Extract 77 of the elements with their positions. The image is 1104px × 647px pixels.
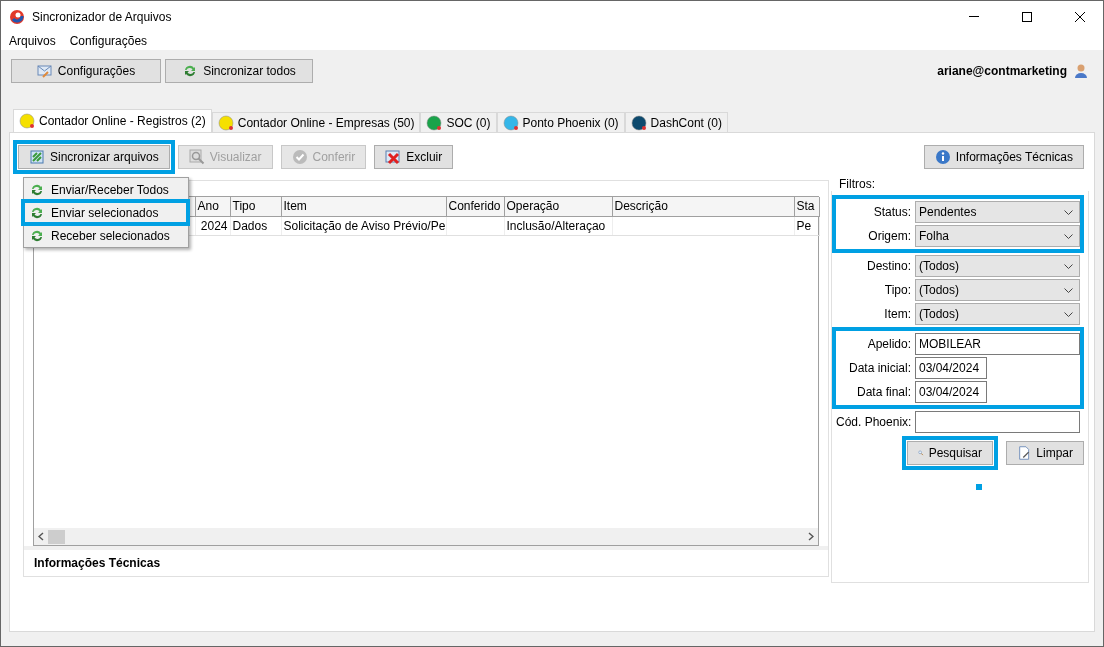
coin-icon: [217, 114, 234, 131]
column-header[interactable]: Descrição: [612, 197, 794, 216]
tab[interactable]: SOC (0): [420, 112, 497, 132]
scroll-right-icon: [808, 532, 814, 541]
field-label: Status:: [872, 205, 911, 219]
table-cell: Inclusão/Alteraçao: [504, 216, 612, 235]
delete-button[interactable]: Excluir: [374, 144, 454, 169]
grid-icon: [29, 148, 45, 165]
envelope-icon: [36, 63, 53, 79]
column-header[interactable]: Operação: [504, 197, 612, 216]
user-name: ariane@contmarketing: [937, 64, 1067, 78]
tab[interactable]: DashCont (0): [624, 112, 728, 132]
column-header[interactable]: Sta: [794, 197, 819, 216]
badge-icon: [426, 114, 443, 131]
column-header[interactable]: Item: [281, 197, 446, 216]
badge-icon: [630, 114, 647, 131]
document-icon: [1017, 445, 1032, 461]
scroll-left-icon: [38, 532, 44, 541]
pin-icon: [502, 114, 519, 131]
dropdown[interactable]: (Todos): [915, 255, 1080, 277]
field-label: Origem:: [867, 229, 911, 243]
menu-item[interactable]: Arquivos: [9, 34, 56, 48]
menu-item[interactable]: Configurações: [69, 34, 148, 48]
dropdown[interactable]: (Todos): [915, 303, 1080, 325]
close-icon: [1075, 11, 1085, 22]
group-title: Filtros:: [838, 177, 876, 191]
table-cell: 2024: [195, 216, 230, 235]
field-label: Item:: [883, 307, 911, 321]
check-circle-icon: [291, 148, 308, 165]
field-label: Apelido:: [866, 337, 911, 351]
app-logo-icon: [9, 8, 25, 25]
dropdown[interactable]: Folha: [915, 225, 1080, 247]
date-field[interactable]: 03/04/2024: [915, 357, 987, 379]
chevron-icon: [1064, 209, 1073, 215]
field-label: Tipo:: [883, 283, 911, 297]
tab[interactable]: Contador Online - Registros (2): [13, 109, 212, 132]
technical-info-button[interactable]: Informações Técnicas: [923, 144, 1084, 169]
sync-all-button[interactable]: Sincronizar todos: [165, 59, 313, 83]
field-label: Cód. Phoenix:: [836, 415, 911, 429]
section-title: Informações Técnicas: [24, 546, 828, 576]
scroll-thumb[interactable]: [48, 529, 65, 544]
info-icon: [934, 148, 951, 165]
chevron-icon: [1064, 263, 1073, 269]
window-title: Sincronizador de Arquivos: [32, 9, 173, 24]
menu-item[interactable]: Enviar selecionados: [26, 203, 186, 222]
dropdown[interactable]: (Todos): [915, 279, 1080, 301]
search-button[interactable]: Pesquisar: [907, 441, 993, 465]
tab[interactable]: Contador Online - Empresas (50): [211, 112, 421, 132]
menu-item[interactable]: Receber selecionados: [26, 226, 186, 245]
coin-icon: [19, 113, 35, 129]
sync-files-button[interactable]: Sincronizar arquivos: [18, 144, 170, 169]
input-field[interactable]: [915, 411, 1080, 433]
table-cell: Pe: [794, 216, 819, 235]
table-cell: Dados: [230, 216, 281, 235]
dropdown[interactable]: Pendentes: [915, 201, 1080, 223]
field-label: Destino:: [865, 259, 911, 273]
maximize-icon: [1022, 11, 1032, 22]
column-header[interactable]: Tipo: [230, 197, 281, 216]
clear-button[interactable]: Limpar: [1006, 441, 1084, 465]
settings-button[interactable]: Configurações: [11, 59, 161, 83]
field-label: Data final:: [855, 385, 911, 399]
menu-item[interactable]: Enviar/Receber Todos: [26, 180, 186, 199]
horizontal-scrollbar[interactable]: [34, 528, 818, 545]
date-field[interactable]: 03/04/2024: [915, 381, 987, 403]
field-label: Data inicial:: [847, 361, 911, 375]
user-icon: [1073, 63, 1089, 79]
minimize-icon: [969, 16, 979, 17]
chevron-icon: [1064, 311, 1073, 317]
table-cell: Solicitação de Aviso Prévio/Pe: [281, 216, 446, 235]
input-field[interactable]: MOBILEAR: [915, 333, 1080, 355]
column-header[interactable]: Conferido: [446, 197, 504, 216]
delete-icon: [385, 148, 402, 165]
column-header[interactable]: Ano: [195, 197, 230, 216]
chevron-icon: [1064, 233, 1073, 239]
magnifier-icon: [188, 148, 205, 165]
chevron-icon: [1064, 287, 1073, 293]
tab[interactable]: Ponto Phoenix (0): [496, 112, 625, 132]
